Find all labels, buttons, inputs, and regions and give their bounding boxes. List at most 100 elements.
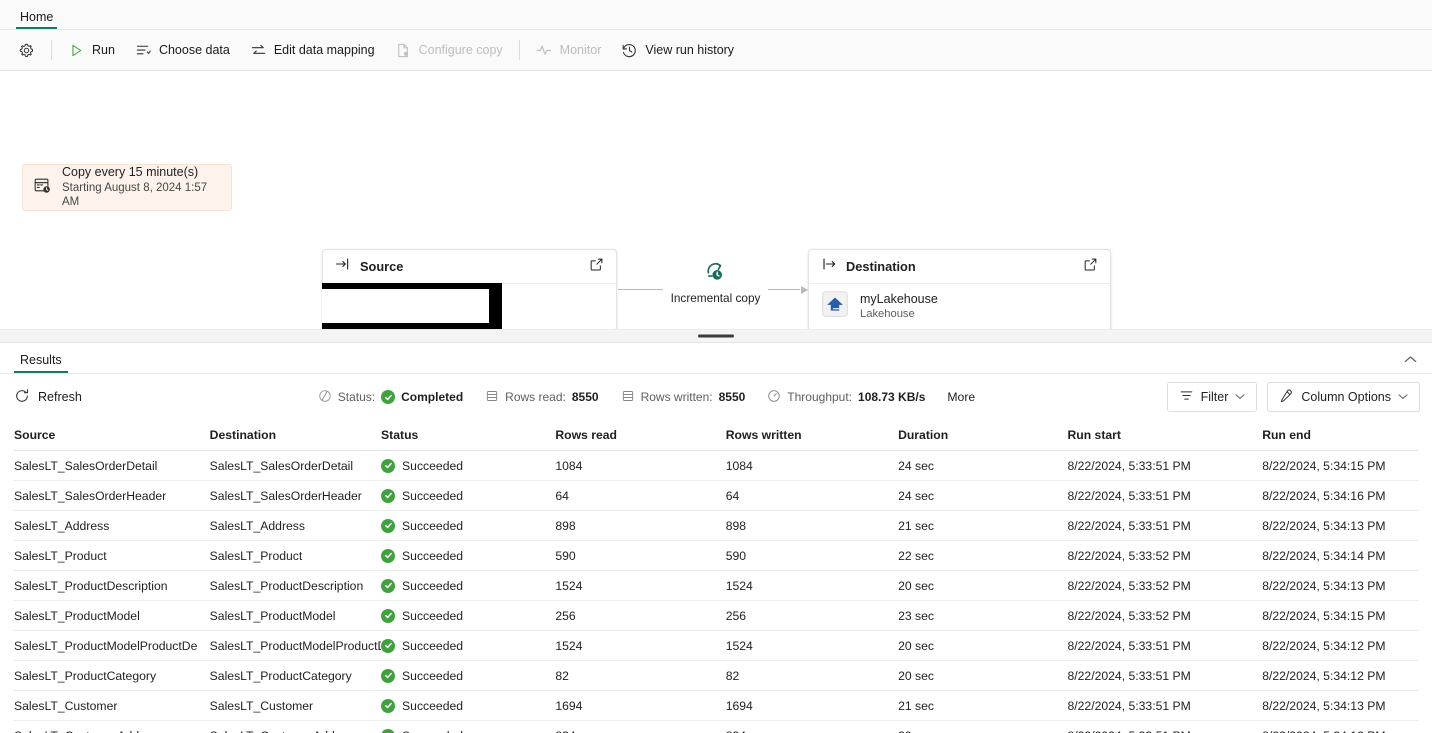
filter-icon <box>1179 388 1194 406</box>
cell-duration: 20 sec <box>898 638 934 653</box>
run-button[interactable]: Run <box>58 35 125 65</box>
edit-data-mapping-label: Edit data mapping <box>273 43 375 57</box>
choose-data-button[interactable]: Choose data <box>125 35 240 65</box>
refresh-icon <box>14 388 30 407</box>
destination-name: myLakehouse <box>860 292 938 307</box>
success-check-icon <box>381 488 396 503</box>
destination-open-in-new-icon[interactable] <box>1083 257 1098 277</box>
table-row[interactable]: SalesLT_Address SalesLT_Address Succeede… <box>14 511 1418 541</box>
edit-data-mapping-button[interactable]: Edit data mapping <box>240 35 385 65</box>
cell-status: Succeeded <box>381 638 555 653</box>
table-row[interactable]: SalesLT_Customer SalesLT_Customer Succee… <box>14 691 1418 721</box>
cell-status-label: Succeeded <box>402 698 464 713</box>
success-check-icon <box>381 578 396 593</box>
schedule-subtitle: Starting August 8, 2024 1:57 AM <box>62 181 208 209</box>
view-run-history-label: View run history <box>645 43 735 57</box>
column-header-rows-read[interactable]: Rows read <box>555 428 725 442</box>
ribbon-tabstrip: Home <box>0 0 1432 30</box>
column-header-run-end[interactable]: Run end <box>1262 428 1418 442</box>
cell-run-start: 8/22/2024, 5:33:51 PM <box>1067 518 1191 533</box>
refresh-button[interactable]: Refresh <box>14 383 90 412</box>
cell-source: SalesLT_Customer <box>14 698 118 713</box>
cell-status: Succeeded <box>381 518 555 533</box>
table-row[interactable]: SalesLT_ProductModelProductDe SalesLT_Pr… <box>14 631 1418 661</box>
pane-splitter[interactable] <box>0 329 1432 343</box>
destination-node[interactable]: Destination myLakehouse Lakehouse <box>808 249 1111 331</box>
cell-rows-written: 256 <box>725 608 747 623</box>
schedule-card[interactable]: Copy every 15 minute(s) Starting August … <box>22 164 232 211</box>
cell-duration: 21 sec <box>898 518 934 533</box>
metric-rows-read-label: Rows read: <box>505 390 566 404</box>
cell-destination: SalesLT_CustomerAddress <box>210 729 381 733</box>
cell-status-label: Succeeded <box>402 578 464 593</box>
success-check-icon <box>381 518 396 533</box>
cell-destination: SalesLT_Product <box>209 548 303 563</box>
cell-source: SalesLT_ProductModel <box>14 608 140 623</box>
source-node-body: SQL xuyetest.database Azure SQL Database <box>323 284 616 329</box>
metric-status-value: Completed <box>401 390 464 404</box>
gear-icon <box>18 42 35 59</box>
cell-status: Succeeded <box>381 488 555 503</box>
cell-run-start: 8/22/2024, 5:33:51 PM <box>1067 638 1191 653</box>
filter-button[interactable]: Filter <box>1166 382 1258 412</box>
cell-run-start: 8/22/2024, 5:33:51 PM <box>1067 698 1191 713</box>
cell-source: SalesLT_SalesOrderHeader <box>14 488 167 503</box>
cell-rows-written: 1524 <box>725 638 753 653</box>
column-header-source[interactable]: Source <box>14 428 210 442</box>
table-row[interactable]: SalesLT_SalesOrderDetail SalesLT_SalesOr… <box>14 451 1418 481</box>
splitter-grip[interactable] <box>698 334 734 338</box>
cell-status: Succeeded <box>381 728 555 733</box>
schedule-title: Copy every 15 minute(s) <box>62 165 199 180</box>
cell-source: SalesLT_ProductModelProductDe <box>14 638 198 653</box>
column-options-button[interactable]: Column Options <box>1267 382 1420 412</box>
command-bar: Run Choose data Edit data mapping Config… <box>0 30 1432 71</box>
table-row[interactable]: SalesLT_ProductModel SalesLT_ProductMode… <box>14 601 1418 631</box>
success-check-icon <box>381 390 396 404</box>
destination-out-icon <box>821 256 837 277</box>
source-node[interactable]: Source SQL xuyetest.database Azure SQL D… <box>322 249 617 331</box>
tab-home[interactable]: Home <box>12 10 61 29</box>
azure-sql-icon: SQL <box>335 290 363 323</box>
cell-duration: 23 sec <box>898 608 934 623</box>
cell-status-label: Succeeded <box>402 638 464 653</box>
cell-rows-written: 64 <box>725 488 740 503</box>
tab-results[interactable]: Results <box>12 353 70 373</box>
column-header-run-start[interactable]: Run start <box>1067 428 1262 442</box>
column-header-duration[interactable]: Duration <box>898 428 1067 442</box>
cell-destination: SalesLT_SalesOrderHeader <box>209 488 362 503</box>
table-row[interactable]: SalesLT_CustomerAddress SalesLT_Customer… <box>14 721 1418 733</box>
cell-status: Succeeded <box>381 698 555 713</box>
source-node-header: Source <box>323 250 616 284</box>
calendar-clock-icon <box>33 176 52 200</box>
results-tabstrip: Results <box>0 343 1432 374</box>
table-row[interactable]: SalesLT_ProductDescription SalesLT_Produ… <box>14 571 1418 601</box>
table-row[interactable]: SalesLT_Product SalesLT_Product Succeede… <box>14 541 1418 571</box>
destination-node-body: myLakehouse Lakehouse <box>809 284 1110 329</box>
column-header-rows-written[interactable]: Rows written <box>726 428 898 442</box>
cell-rows-read: 82 <box>555 668 569 683</box>
incremental-copy-badge: Incremental copy <box>663 257 768 305</box>
source-open-in-new-icon[interactable] <box>589 257 604 277</box>
cell-run-end: 8/22/2024, 5:34:13 PM <box>1262 518 1386 533</box>
cell-run-end: 8/22/2024, 5:34:12 PM <box>1262 638 1386 653</box>
settings-button[interactable] <box>8 35 45 65</box>
cell-rows-written: 834 <box>726 729 898 733</box>
collapse-results-button[interactable] <box>1398 349 1422 371</box>
column-header-status[interactable]: Status <box>381 428 555 442</box>
view-run-history-button[interactable]: View run history <box>611 35 744 65</box>
table-row[interactable]: SalesLT_ProductCategory SalesLT_ProductC… <box>14 661 1418 691</box>
cell-run-end: 8/22/2024, 5:34:12 PM <box>1262 668 1386 683</box>
cell-rows-written: 1694 <box>725 698 753 713</box>
success-check-icon <box>381 458 396 473</box>
source-type: Azure SQL Database <box>374 308 480 321</box>
cell-source: SalesLT_Product <box>14 548 107 563</box>
cell-status-label: Succeeded <box>402 488 464 503</box>
column-header-destination[interactable]: Destination <box>210 428 381 442</box>
cell-run-start: 8/22/2024, 5:33:51 PM <box>1067 729 1262 733</box>
source-node-title: Source <box>360 259 404 274</box>
more-metrics-link[interactable]: More <box>947 390 975 404</box>
history-icon <box>621 42 638 59</box>
configure-copy-label: Configure copy <box>418 43 503 57</box>
cell-rows-read: 898 <box>555 518 576 533</box>
table-row[interactable]: SalesLT_SalesOrderHeader SalesLT_SalesOr… <box>14 481 1418 511</box>
